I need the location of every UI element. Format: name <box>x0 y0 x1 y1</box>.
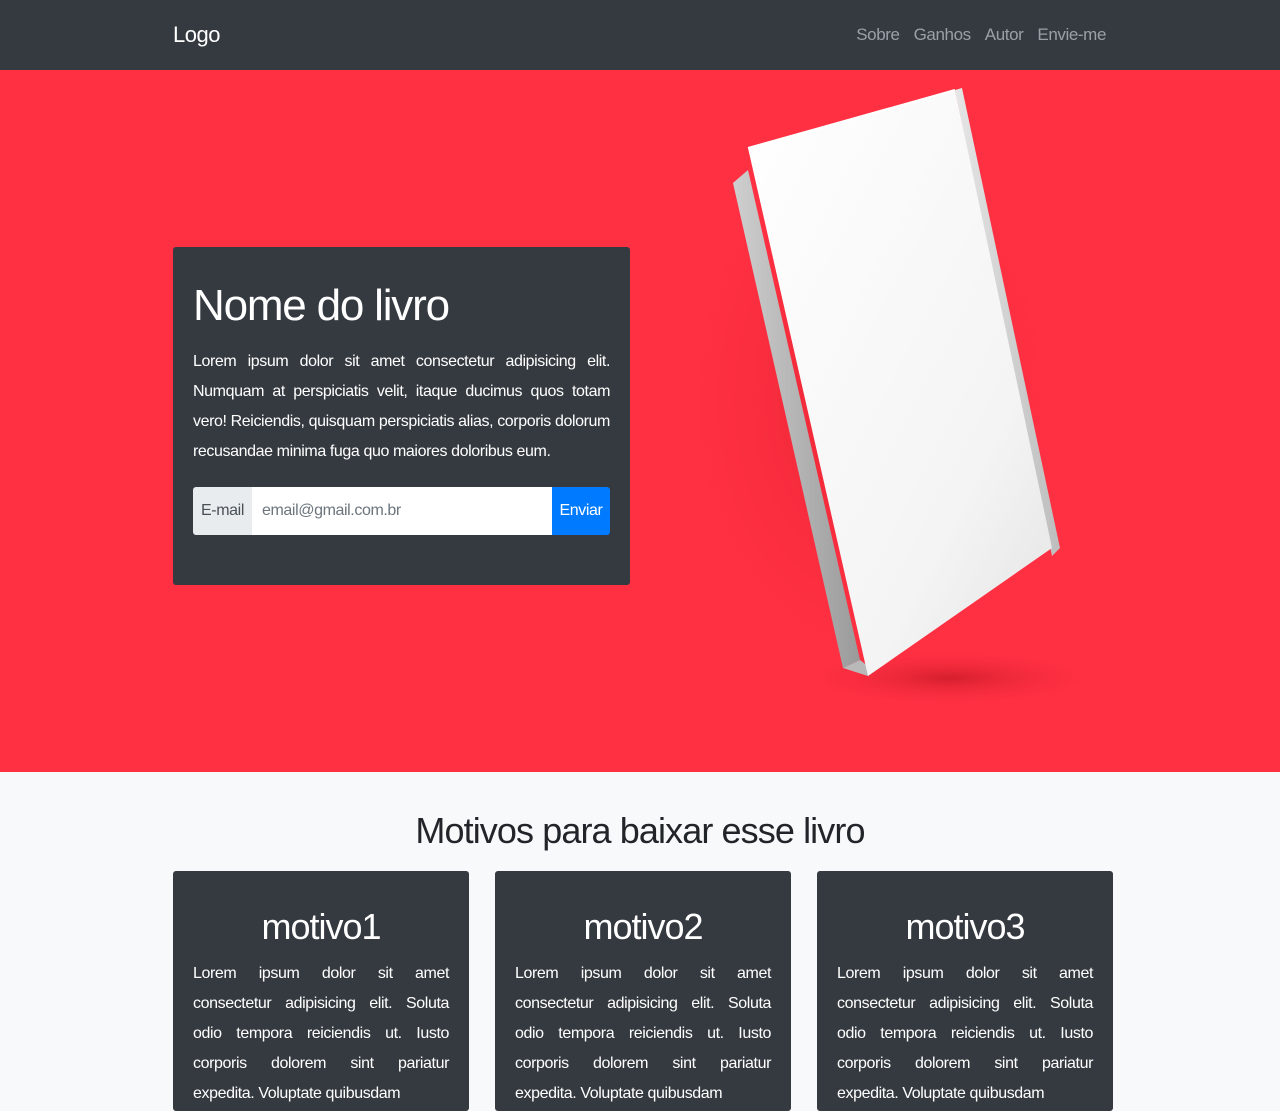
send-button[interactable]: Enviar <box>552 487 610 535</box>
reasons-title: Motivos para baixar esse livro <box>415 810 865 851</box>
reason-card-text: Lorem ipsum dolor sit amet consectetur a… <box>515 965 771 1102</box>
nav-link-envie-me[interactable]: Envie-me <box>1037 22 1106 48</box>
email-input[interactable] <box>252 487 552 535</box>
nav-link-autor[interactable]: Autor <box>985 22 1024 48</box>
reason-card-title: motivo1 <box>261 906 381 947</box>
reason-card-1: motivo1 Lorem ipsum dolor sit amet conse… <box>173 871 469 1111</box>
reason-card-2: motivo2 Lorem ipsum dolor sit amet conse… <box>495 871 791 1111</box>
reason-card-text: Lorem ipsum dolor sit amet consectetur a… <box>837 965 1093 1102</box>
nav-link-sobre[interactable]: Sobre <box>856 22 900 48</box>
reasons-cards: motivo1 Lorem ipsum dolor sit amet conse… <box>173 871 1113 1111</box>
book-title: Nome do livro <box>193 281 450 330</box>
reason-card-text: Lorem ipsum dolor sit amet consectetur a… <box>193 965 449 1102</box>
hero-section: Nome do livro Lorem ipsum dolor sit amet… <box>0 70 1280 772</box>
reasons-section: Motivos para baixar esse livro motivo1 L… <box>0 772 1280 1111</box>
logo-link[interactable]: Logo <box>173 20 220 50</box>
book-image <box>650 80 1100 720</box>
book-description: Lorem ipsum dolor sit amet consectetur a… <box>193 353 610 460</box>
hero-card: Nome do livro Lorem ipsum dolor sit amet… <box>173 247 630 585</box>
reason-card-title: motivo2 <box>583 906 703 947</box>
reason-card-3: motivo3 Lorem ipsum dolor sit amet conse… <box>817 871 1113 1111</box>
email-form: E-mail Enviar <box>193 487 610 535</box>
nav-link-ganhos[interactable]: Ganhos <box>914 22 972 48</box>
email-label: E-mail <box>193 487 252 535</box>
reason-card-title: motivo3 <box>905 906 1025 947</box>
navbar: Logo Sobre Ganhos Autor Envie-me <box>0 0 1280 70</box>
nav-links: Sobre Ganhos Autor Envie-me <box>856 22 1106 48</box>
